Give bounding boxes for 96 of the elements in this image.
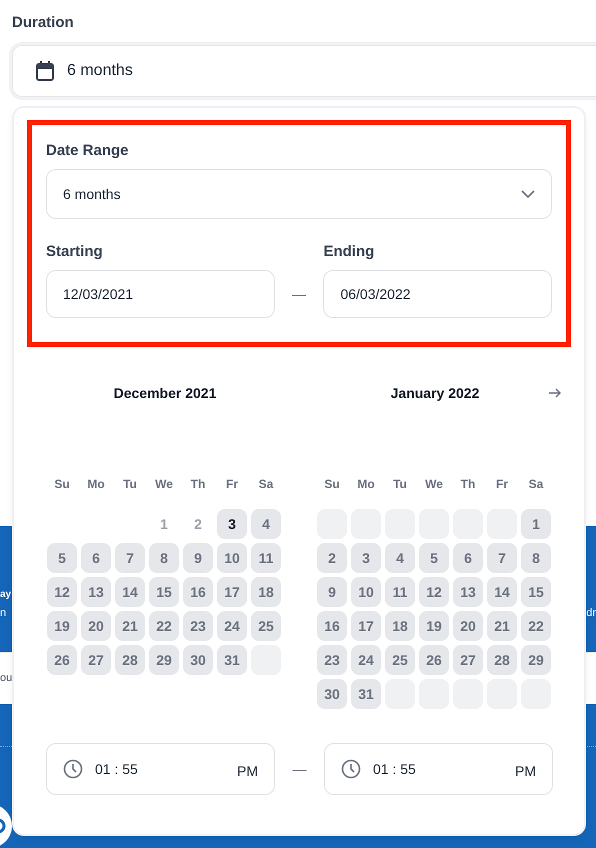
weekday-label: Sa — [258, 477, 274, 491]
calendar-day[interactable]: 27 — [81, 645, 111, 675]
calendar-day[interactable]: 11 — [385, 577, 415, 607]
calendar-day[interactable]: 20 — [453, 611, 483, 641]
calendar-day[interactable]: 18 — [385, 611, 415, 641]
calendar-day[interactable]: 15 — [149, 577, 179, 607]
weekday-label: Tu — [122, 477, 138, 491]
weekday-label: Sa — [528, 477, 544, 491]
range-separator: — — [292, 760, 308, 779]
calendar-day[interactable]: 4 — [251, 509, 281, 539]
weekday-label: Th — [190, 477, 206, 491]
calendar-day[interactable]: 17 — [351, 611, 381, 641]
calendar-day[interactable]: 10 — [217, 543, 247, 573]
calendar-day[interactable]: 11 — [251, 543, 281, 573]
weekday-label: Su — [323, 477, 341, 491]
calendar-day[interactable]: 8 — [149, 543, 179, 573]
calendar-day[interactable]: 22 — [521, 611, 551, 641]
calendar-day[interactable]: 2 — [317, 543, 347, 573]
calendar-day[interactable]: 13 — [453, 577, 483, 607]
calendar-day[interactable]: 26 — [419, 645, 449, 675]
time-field[interactable]: 01 : 55 PM — [324, 743, 553, 795]
calendar-day[interactable]: 6 — [81, 543, 111, 573]
calendar-icon — [35, 60, 55, 82]
calendar-day[interactable]: 19 — [47, 611, 77, 641]
calendar-day[interactable]: 13 — [81, 577, 111, 607]
banner-title: ay — [0, 590, 12, 600]
calendar-day[interactable]: 1 — [521, 509, 551, 539]
calendar-day[interactable]: 24 — [351, 645, 381, 675]
calendar-day[interactable]: 3 — [217, 509, 247, 539]
calendar-day[interactable]: 20 — [81, 611, 111, 641]
range-separator: — — [291, 285, 307, 304]
calendar-day[interactable]: 23 — [183, 611, 213, 641]
calendar-day[interactable]: 10 — [351, 577, 381, 607]
calendar-day[interactable]: 28 — [487, 645, 517, 675]
duration-field[interactable]: 6 months — [12, 45, 596, 97]
calendar-day[interactable]: 31 — [217, 645, 247, 675]
clock-icon — [341, 759, 361, 779]
calendar-day[interactable]: 21 — [487, 611, 517, 641]
date-range-select[interactable]: 6 months — [46, 169, 552, 219]
month-title: December 2021 — [112, 384, 218, 403]
field-label: Ending — [323, 243, 376, 260]
banner-text: dr — [586, 608, 596, 618]
calendar-day[interactable]: 3 — [351, 543, 381, 573]
calendar-day[interactable]: 7 — [487, 543, 517, 573]
calendar-day[interactable]: 14 — [115, 577, 145, 607]
calendar-day[interactable]: 9 — [317, 577, 347, 607]
field-label: Duration — [12, 14, 75, 31]
weekday-label: Tu — [392, 477, 408, 491]
calendar-day[interactable]: 25 — [251, 611, 281, 641]
end-date-field[interactable]: 06/03/2022 — [323, 270, 552, 318]
calendar-day[interactable]: 14 — [487, 577, 517, 607]
weekday-label: Fr — [225, 477, 239, 491]
field-label: Date Range — [46, 142, 130, 159]
weekday-label: We — [424, 477, 444, 491]
weekday-label: We — [154, 477, 174, 491]
calendar-day[interactable]: 17 — [217, 577, 247, 607]
calendar-day[interactable]: 31 — [351, 679, 381, 709]
calendar-day[interactable]: 5 — [47, 543, 77, 573]
weekday-label: Th — [460, 477, 476, 491]
weekday-label: Su — [53, 477, 71, 491]
calendar-day[interactable]: 27 — [453, 645, 483, 675]
calendar-day[interactable]: 9 — [183, 543, 213, 573]
calendar-day[interactable]: 30 — [317, 679, 347, 709]
weekday-label: Fr — [495, 477, 509, 491]
field-label: Starting — [46, 243, 104, 260]
calendar-day[interactable]: 4 — [385, 543, 415, 573]
calendar-day[interactable]: 30 — [183, 645, 213, 675]
weekday-label: Mo — [86, 477, 106, 491]
calendar-day[interactable]: 8 — [521, 543, 551, 573]
calendar-day[interactable]: 22 — [149, 611, 179, 641]
banner-text: n — [0, 608, 6, 618]
calendar-day[interactable]: 16 — [317, 611, 347, 641]
start-date-field[interactable]: 12/03/2021 — [46, 270, 275, 318]
calendar-day[interactable]: 19 — [419, 611, 449, 641]
calendar-day[interactable]: 6 — [453, 543, 483, 573]
calendar-day[interactable]: 23 — [317, 645, 347, 675]
calendar-day[interactable]: 21 — [115, 611, 145, 641]
calendar-day[interactable]: 12 — [419, 577, 449, 607]
calendar-day[interactable]: 26 — [47, 645, 77, 675]
calendar-day[interactable]: 12 — [47, 577, 77, 607]
calendar-day[interactable]: 5 — [419, 543, 449, 573]
calendar-day[interactable]: 7 — [115, 543, 145, 573]
calendar-day[interactable]: 25 — [385, 645, 415, 675]
section-text: ou — [0, 673, 12, 684]
calendar-day[interactable]: 24 — [217, 611, 247, 641]
calendar-day[interactable]: 16 — [183, 577, 213, 607]
calendar-day[interactable]: 29 — [149, 645, 179, 675]
chevron-down-icon — [521, 190, 535, 198]
month-title: January 2022 — [390, 384, 480, 403]
weekday-label: Mo — [356, 477, 376, 491]
calendar-day[interactable]: 29 — [521, 645, 551, 675]
time-field[interactable]: 01 : 55 PM — [46, 743, 275, 795]
clock-icon — [63, 759, 83, 779]
calendar-day[interactable]: 18 — [251, 577, 281, 607]
calendar-day[interactable]: 28 — [115, 645, 145, 675]
calendar-day[interactable]: 15 — [521, 577, 551, 607]
